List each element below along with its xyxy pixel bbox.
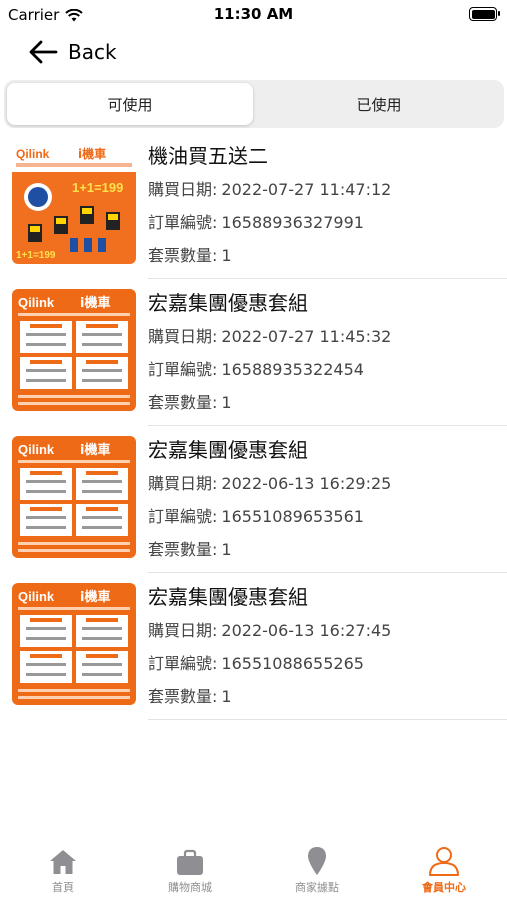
order-number-label: 訂單編號: [148, 360, 218, 379]
ticket-count-label: 套票數量: [148, 540, 218, 559]
brand-suffix-text: i機車 [80, 295, 110, 311]
order-number-value: 16588935322454 [221, 360, 364, 379]
brand-logo-text: Qilink [18, 589, 55, 604]
tab-stores[interactable]: 商家據點 [254, 844, 380, 900]
combo-promo-image: Qilink i機車 [12, 436, 136, 558]
order-title: 宏嘉集團優惠套組 [148, 585, 308, 609]
purchase-date-label: 購買日期: [148, 474, 218, 493]
brand-logo-text: Qilink [16, 147, 50, 161]
member-icon [429, 847, 459, 876]
ticket-count-label: 套票數量: [148, 687, 218, 706]
combo-promo-image: Qilink i機車 [12, 583, 136, 705]
ticket-count-line: 套票數量: 1 [148, 389, 232, 413]
brand-logo-text: Qilink [18, 295, 55, 310]
ticket-count-value: 1 [221, 246, 232, 265]
product-thumbnail: Qilink i機車 [12, 583, 136, 705]
order-list: Qilink i機車 1+1=199 1+1=199 機油買五送二 購買日期: 2… [0, 132, 507, 720]
purchase-date-value: 2022-06-13 16:27:45 [221, 621, 392, 640]
purchase-date-label: 購買日期: [148, 621, 218, 640]
purchase-date-label: 購買日期: [148, 327, 218, 346]
purchase-date-line: 購買日期: 2022-07-27 11:45:32 [148, 323, 391, 347]
brand-suffix-text: i機車 [80, 442, 110, 458]
order-number-label: 訂單編號: [148, 654, 218, 673]
tab-member-label: 會員中心 [422, 881, 466, 894]
product-thumbnail: Qilink i機車 1+1=199 1+1=199 [12, 142, 136, 264]
bottom-tab-bar: 首頁 購物商城 商家據點 會員中心 [0, 838, 507, 900]
shopping-bag-icon [177, 849, 203, 875]
segmented-control: 可使用 已使用 [4, 80, 504, 128]
arrow-left-icon [29, 40, 58, 64]
ticket-count-line: 套票數量: 1 [148, 683, 232, 707]
order-number-line: 訂單編號: 16588935322454 [148, 356, 364, 380]
tab-shop[interactable]: 購物商城 [127, 844, 253, 900]
order-number-line: 訂單編號: 16551088655265 [148, 650, 364, 674]
combo-promo-image: Qilink i機車 [12, 289, 136, 411]
list-item[interactable]: Qilink i機車 宏嘉集團優惠套組 購買日期: 2022-07-27 11:4… [0, 279, 507, 426]
promo-text-footer: 1+1=199 [16, 250, 56, 261]
order-title: 宏嘉集團優惠套組 [148, 438, 308, 462]
order-number-label: 訂單編號: [148, 507, 218, 526]
order-number-line: 訂單編號: 16551089653561 [148, 503, 364, 527]
purchase-date-line: 購買日期: 2022-07-27 11:47:12 [148, 176, 391, 200]
ticket-count-value: 1 [221, 393, 232, 412]
ticket-count-value: 1 [221, 540, 232, 559]
purchase-date-label: 購買日期: [148, 180, 218, 199]
back-button[interactable]: Back [28, 34, 117, 70]
product-thumbnail: Qilink i機車 [12, 289, 136, 411]
order-number-value: 16551088655265 [221, 654, 364, 673]
tab-available[interactable]: 可使用 [7, 83, 253, 125]
order-title: 機油買五送二 [148, 144, 268, 168]
order-number-value: 16588936327991 [221, 213, 364, 232]
order-number-line: 訂單編號: 16588936327991 [148, 209, 364, 233]
status-time: 11:30 AM [213, 5, 294, 23]
order-number-label: 訂單編號: [148, 213, 218, 232]
purchase-date-value: 2022-06-13 16:29:25 [221, 474, 392, 493]
list-item[interactable]: Qilink i機車 宏嘉集團優惠套組 購買日期: 2022-06-13 16:2… [0, 426, 507, 573]
ticket-count-value: 1 [221, 687, 232, 706]
order-title: 宏嘉集團優惠套組 [148, 291, 308, 315]
brand-suffix-text: i機車 [78, 146, 106, 161]
purchase-date-line: 購買日期: 2022-06-13 16:27:45 [148, 617, 391, 641]
map-pin-icon [308, 847, 326, 875]
brand-suffix-text: i機車 [80, 589, 110, 605]
tab-home[interactable]: 首頁 [0, 844, 126, 900]
oil-promo-image: Qilink i機車 1+1=199 1+1=199 [12, 142, 136, 264]
list-item[interactable]: Qilink i機車 1+1=199 1+1=199 機油買五送二 購買日期: 2… [0, 132, 507, 279]
product-thumbnail: Qilink i機車 [12, 436, 136, 558]
promo-text: 1+1=199 [72, 180, 123, 195]
ticket-count-label: 套票數量: [148, 246, 218, 265]
ticket-count-label: 套票數量: [148, 393, 218, 412]
tab-used[interactable]: 已使用 [257, 83, 501, 125]
order-number-value: 16551089653561 [221, 507, 364, 526]
home-icon [50, 850, 76, 874]
tab-member[interactable]: 會員中心 [381, 844, 507, 900]
purchase-date-value: 2022-07-27 11:47:12 [221, 180, 392, 199]
purchase-date-value: 2022-07-27 11:45:32 [221, 327, 392, 346]
tab-stores-label: 商家據點 [295, 881, 339, 894]
list-item[interactable]: Qilink i機車 宏嘉集團優惠套組 購買日期: 2022-06-13 16:2… [0, 573, 507, 720]
brand-logo-text: Qilink [18, 442, 55, 457]
tab-home-label: 首頁 [52, 881, 74, 894]
ticket-count-line: 套票數量: 1 [148, 536, 232, 560]
battery-icon [469, 7, 500, 21]
back-label: Back [68, 40, 117, 64]
tab-shop-label: 購物商城 [168, 881, 212, 894]
status-bar: Carrier 11:30 AM [0, 0, 507, 30]
ticket-count-line: 套票數量: 1 [148, 242, 232, 266]
purchase-date-line: 購買日期: 2022-06-13 16:29:25 [148, 470, 391, 494]
